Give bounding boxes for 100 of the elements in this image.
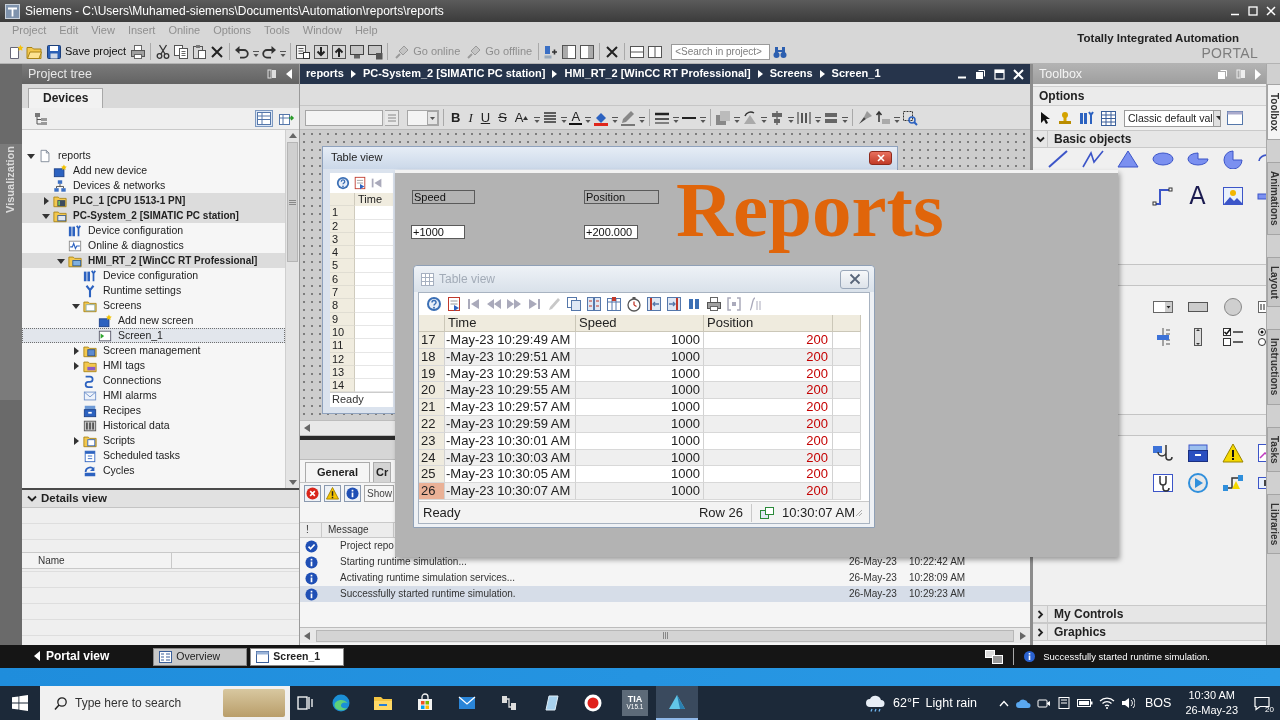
pen-icon[interactable] (620, 109, 637, 126)
circle-icon[interactable] (1221, 297, 1244, 317)
message-row[interactable]: Activating runtime simulation services... 26-May-23 10:28:09 AM (300, 570, 1030, 586)
filter-select[interactable]: Show (364, 485, 394, 502)
scroll-down-icon[interactable] (288, 480, 297, 486)
io-field[interactable]: +1000 (411, 225, 465, 239)
table-view-button[interactable] (255, 110, 273, 127)
bring-forward-icon[interactable] (875, 109, 892, 126)
column-right-icon[interactable] (666, 296, 682, 312)
section-header[interactable]: Basic objects (1033, 130, 1266, 148)
window-panes-icon[interactable] (561, 43, 578, 60)
stopwatch-icon[interactable] (626, 296, 642, 312)
language-indicator[interactable]: BOS (1145, 695, 1172, 711)
side-tab[interactable]: Libraries (1267, 494, 1280, 555)
tree-item[interactable]: Devices & networks (22, 178, 285, 193)
window-panes-icon[interactable] (579, 43, 596, 60)
scrollbar-thumb[interactable] (316, 629, 1014, 642)
message-row[interactable]: Project repo (300, 538, 394, 554)
connector-icon[interactable] (1151, 186, 1174, 206)
scroll-up-icon[interactable] (288, 132, 297, 138)
scroll-left-icon[interactable] (304, 424, 310, 432)
breadcrumb-link[interactable]: Screens (769, 67, 813, 81)
tree-item[interactable]: Add new screen (22, 313, 285, 328)
portal-view-button[interactable]: Portal view (32, 649, 112, 664)
speaker-icon[interactable] (1121, 697, 1135, 709)
pie-segment-icon[interactable] (1221, 149, 1244, 169)
tree-item[interactable]: Runtime settings (22, 283, 285, 298)
help-icon[interactable] (336, 176, 350, 190)
column-header[interactable]: Position (704, 315, 833, 332)
tree-item[interactable]: PC-System_2 [SIMATIC PC station] (22, 208, 285, 223)
side-tab[interactable]: Layout (1267, 256, 1280, 308)
tree-item[interactable]: Device configuration (22, 268, 285, 283)
format-button[interactable]: A (511, 111, 532, 124)
section-header[interactable]: My Controls (1033, 605, 1266, 623)
undo-icon[interactable] (234, 43, 251, 60)
maximize-icon[interactable] (994, 68, 1005, 80)
distribute-icon[interactable] (796, 109, 813, 126)
caret-right-icon[interactable] (71, 435, 81, 446)
tree-item[interactable]: Scripts (22, 433, 285, 448)
zoom-icon[interactable] (902, 109, 919, 126)
format-button[interactable]: A (569, 110, 583, 125)
chevron-right-icon[interactable] (1035, 627, 1045, 637)
checkbox-icon[interactable] (1221, 327, 1244, 347)
maximize-icon[interactable] (1248, 6, 1258, 16)
tree-item[interactable]: Add new device (22, 163, 285, 178)
scroll-right-icon[interactable] (1020, 631, 1026, 640)
search-field[interactable]: <Search in project> (671, 43, 771, 60)
message-row[interactable]: Successfully started runtime simulation. 26-May-23 10:29:23 AM (300, 586, 1030, 602)
column-header[interactable]: ! (300, 523, 322, 537)
table-icon[interactable] (1101, 110, 1116, 126)
cloud-icon[interactable] (1015, 697, 1031, 709)
close-icon[interactable] (1013, 68, 1024, 80)
style-select[interactable]: Classic default val (1124, 109, 1221, 127)
column-header[interactable]: Time (355, 193, 393, 207)
column-left-icon[interactable] (646, 296, 662, 312)
split-vertical-icon[interactable] (647, 43, 664, 60)
chevron-right-icon[interactable] (1035, 609, 1045, 619)
tree-view-icon[interactable] (34, 111, 48, 126)
monitor-icon[interactable] (367, 43, 384, 60)
error-filter-button[interactable] (304, 485, 321, 502)
device-icon[interactable] (1057, 696, 1071, 710)
warning-icon[interactable] (1221, 443, 1244, 463)
stethoscope-icon[interactable] (1151, 443, 1174, 463)
battery-icon[interactable] (1077, 698, 1093, 708)
tree-item[interactable]: HMI_RT_2 [WinCC RT Professional] (22, 253, 285, 268)
section-header[interactable]: Graphics (1033, 623, 1266, 641)
column-header[interactable]: Time (445, 315, 576, 332)
close-button[interactable] (869, 151, 892, 165)
restore-icon[interactable] (975, 68, 986, 80)
format-button[interactable]: B (448, 111, 464, 124)
warning-filter-button[interactable] (324, 485, 341, 502)
side-tab[interactable]: Animations (1267, 162, 1280, 235)
clock[interactable]: 10:30 AM 26-May-23 (1185, 688, 1238, 718)
tree-item[interactable]: Scheduled tasks (22, 448, 285, 463)
stamp-icon[interactable] (1057, 110, 1073, 126)
caret-right-icon[interactable] (41, 195, 51, 206)
chevron-up-icon[interactable] (999, 699, 1009, 707)
tree-item[interactable]: reports (22, 148, 285, 163)
tab[interactable]: Devices (28, 88, 104, 108)
scrollbar-thumb[interactable] (287, 142, 298, 262)
align-lines-icon[interactable] (542, 109, 559, 126)
close-button[interactable] (840, 269, 869, 289)
tab[interactable]: Screen_1 (250, 647, 345, 666)
notification-button[interactable]: 20 (1252, 695, 1272, 711)
tab[interactable]: Overview (153, 647, 248, 666)
download-icon[interactable] (313, 43, 330, 60)
polyline-icon[interactable] (1081, 149, 1104, 169)
help-icon[interactable] (426, 296, 442, 312)
caret-right-icon[interactable] (71, 345, 81, 356)
rotate-icon[interactable] (742, 109, 759, 126)
search-box[interactable]: Type here to search (40, 686, 290, 720)
toolbar-button[interactable]: Save project (44, 43, 129, 60)
columns-icon[interactable] (586, 296, 602, 312)
picture-icon[interactable] (1221, 186, 1244, 206)
line-icon[interactable] (1046, 149, 1069, 169)
tree-item[interactable]: HMI tags (22, 358, 285, 373)
close-icon[interactable] (1266, 6, 1276, 16)
chevron-down-icon[interactable] (1035, 134, 1045, 144)
tree-item[interactable]: Online & diagnostics (22, 238, 285, 253)
ellipse-segment-icon[interactable] (1186, 149, 1209, 169)
